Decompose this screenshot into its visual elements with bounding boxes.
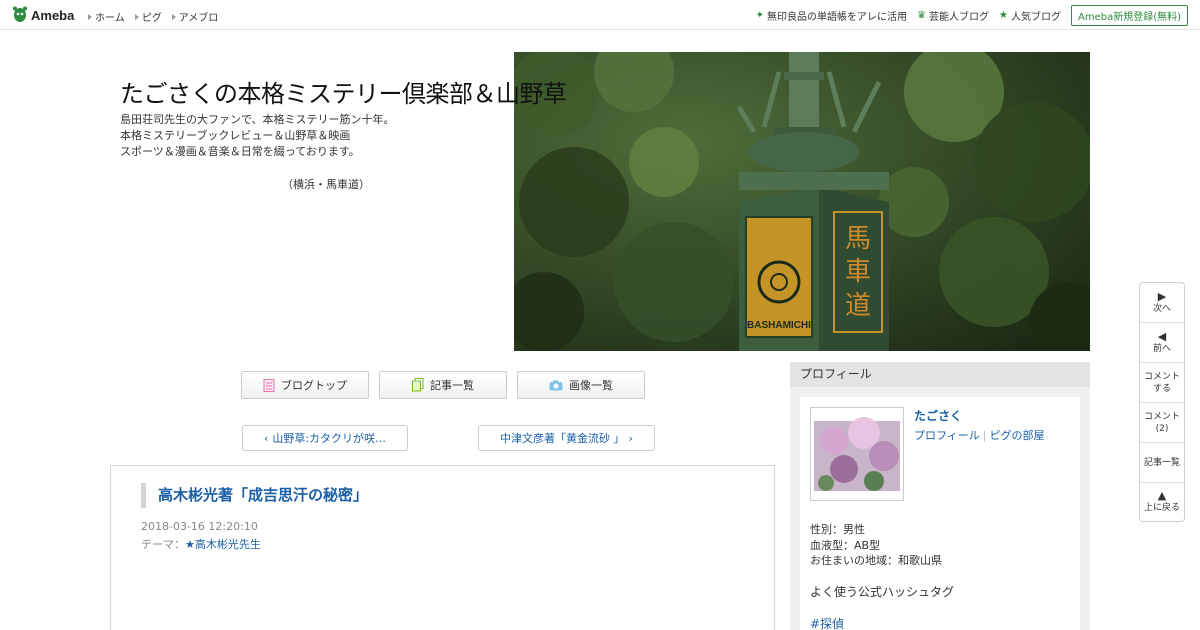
global-nav: ホーム ピグ アメブロ [88,9,218,24]
arrow-right-icon [88,13,92,20]
description-line: スポーツ＆漫画＆音楽＆日常を綴っております。 [120,145,360,158]
bashamichi-sign-photo: 馬 車 道 BASHAMICHI [514,52,1090,351]
profile-link[interactable]: プロフィール [914,429,980,442]
link-separator: | [982,429,987,442]
profile-residence: お住まいの地域：和歌山県 [810,554,942,567]
profile-name[interactable]: たごさく [914,407,962,424]
link-muji[interactable]: ✦ 無印良品の単語帳をアレに活用 [756,8,907,23]
profile-card: たごさく プロフィール | ピグの部屋 性別：男性 血液型：AB型 お住まいの地域：… [800,397,1080,630]
float-back-to-top-button[interactable]: ▲ 上に戻る [1140,483,1184,521]
blog-top-label: ブログトップ [281,379,347,392]
svg-text:BASHAMICHI: BASHAMICHI [747,320,811,331]
article-theme: テーマ：★高木彬光先生 [141,536,261,552]
top-right-links: ✦ 無印良品の単語帳をアレに活用 ♛ 芸能人ブログ ★ 人気ブログ Ameba新規登録… [756,5,1188,26]
play-right-icon: ▶ [1157,289,1167,303]
next-article-label: 中津文彦著「黄金流砂 」 [500,432,625,445]
avatar[interactable] [810,407,904,501]
prev-article-label: 山野草:カタクリが咲… [272,432,387,445]
profile-gender: 性別：男性 [810,523,865,536]
theme-link[interactable]: ★高木彬光先生 [185,538,261,551]
chevron-right-icon: › [628,431,633,445]
nav-pig-label: ピグ [141,13,162,24]
play-left-icon: ◀ [1157,329,1167,343]
float-comments-label-1: コメント [1143,411,1180,422]
profile-links: プロフィール | ピグの部屋 [914,427,1045,443]
next-article-link[interactable]: 中津文彦著「黄金流砂 」 › [478,425,655,451]
profile-blood: 血液型：AB型 [810,539,881,552]
hashtag-title: よく使う公式ハッシュタグ [810,585,955,599]
nav-home[interactable]: ホーム [88,9,125,24]
float-article-list-button[interactable]: 記事一覧 [1140,443,1184,483]
signup-button[interactable]: Ameba新規登録(無料) [1070,5,1188,26]
float-comment-button[interactable]: コメント する [1140,363,1184,403]
logo-text: Ameba [31,7,75,23]
top-bar: Ameba ホーム ピグ アメブロ ✦ 無印良品の単語帳をアレに活用 ♛ 芸能人ブロ… [0,0,1200,30]
float-top-label: 上に戻る [1143,503,1180,513]
document-icon [263,378,275,392]
float-comment-label-2: する [1152,383,1171,394]
link-celebrity-blog[interactable]: ♛ 芸能人ブログ [917,8,989,23]
article-title[interactable]: 高木彬光著「成吉思汗の秘密」 [141,483,368,508]
float-next-label: 次へ [1152,303,1171,314]
article-card: 高木彬光著「成吉思汗の秘密」 2018-03-16 12:20:10 テーマ：★… [110,465,775,630]
blog-location: （横浜・馬車道） [282,178,370,191]
prev-article-link[interactable]: ‹ 山野草:カタクリが咲… [242,425,408,451]
profile-panel: たごさく プロフィール | ピグの部屋 性別：男性 血液型：AB型 お住まいの地域：… [790,387,1090,630]
link-popular-label: 人気ブログ [1010,12,1061,23]
svg-text:道: 道 [845,291,871,321]
description-line: 島田荘司先生の大ファンで、本格ミステリー筋ン十年。 [120,113,395,126]
float-comment-label-1: コメント [1143,371,1180,382]
svg-text:車: 車 [845,257,871,287]
blog-title[interactable]: たごさくの本格ミステリー倶楽部＆山野草 [120,74,567,109]
crown-icon: ★ [999,10,1008,21]
article-list-button[interactable]: 記事一覧 [379,371,507,399]
blog-description: 島田荘司先生の大ファンで、本格ミステリー筋ン十年。 本格ミステリーブックレビュー… [120,112,395,160]
svg-text:馬: 馬 [845,224,871,254]
pig-room-link[interactable]: ピグの部屋 [990,429,1045,442]
float-next-button[interactable]: ▶ 次へ [1140,283,1184,323]
article-date: 2018-03-16 12:20:10 [141,520,258,533]
float-comments-button[interactable]: コメント (2) [1140,403,1184,443]
copy-icon [412,378,424,392]
image-list-button[interactable]: 画像一覧 [517,371,645,399]
link-celebrity-label: 芸能人ブログ [929,12,990,23]
float-prev-label: 前へ [1152,343,1171,354]
link-popular-blog[interactable]: ★ 人気ブログ [999,8,1061,23]
camera-icon [549,380,563,390]
nav-ameblo-label: アメブロ [178,13,219,24]
float-comments-label-2: (2) [1155,423,1169,434]
avatar-flower-photo [814,411,900,497]
hashtag-link[interactable]: #探偵 [810,615,844,630]
arrow-right-icon [171,13,176,20]
crown-icon: ♛ [917,10,927,21]
nav-home-label: ホーム [95,13,125,24]
float-article-list-label: 記事一覧 [1143,457,1180,468]
nav-ameblo[interactable]: アメブロ [171,9,219,24]
ameba-logo[interactable]: Ameba [12,6,74,24]
blog-top-button[interactable]: ブログトップ [241,371,369,399]
image-list-label: 画像一覧 [569,379,613,392]
triangle-up-icon: ▲ [1157,489,1167,502]
floating-nav: ▶ 次へ ◀ 前へ コメント する コメント (2) 記事一覧 ▲ 上に戻る [1139,282,1185,522]
link-muji-label: 無印良品の単語帳をアレに活用 [767,12,908,23]
article-list-label: 記事一覧 [430,379,474,392]
profile-header: プロフィール [790,362,1090,387]
theme-label: テーマ： [141,538,185,551]
chevron-left-icon: ‹ [263,431,269,445]
description-line: 本格ミステリーブックレビュー＆山野草＆映画 [120,129,351,142]
nav-pig[interactable]: ピグ [134,9,162,24]
header-image: 馬 車 道 BASHAMICHI [514,52,1090,351]
float-prev-button[interactable]: ◀ 前へ [1140,323,1184,363]
sparkle-icon: ✦ [755,10,765,21]
arrow-right-icon [134,13,139,20]
ameba-mascot-icon [13,6,27,22]
